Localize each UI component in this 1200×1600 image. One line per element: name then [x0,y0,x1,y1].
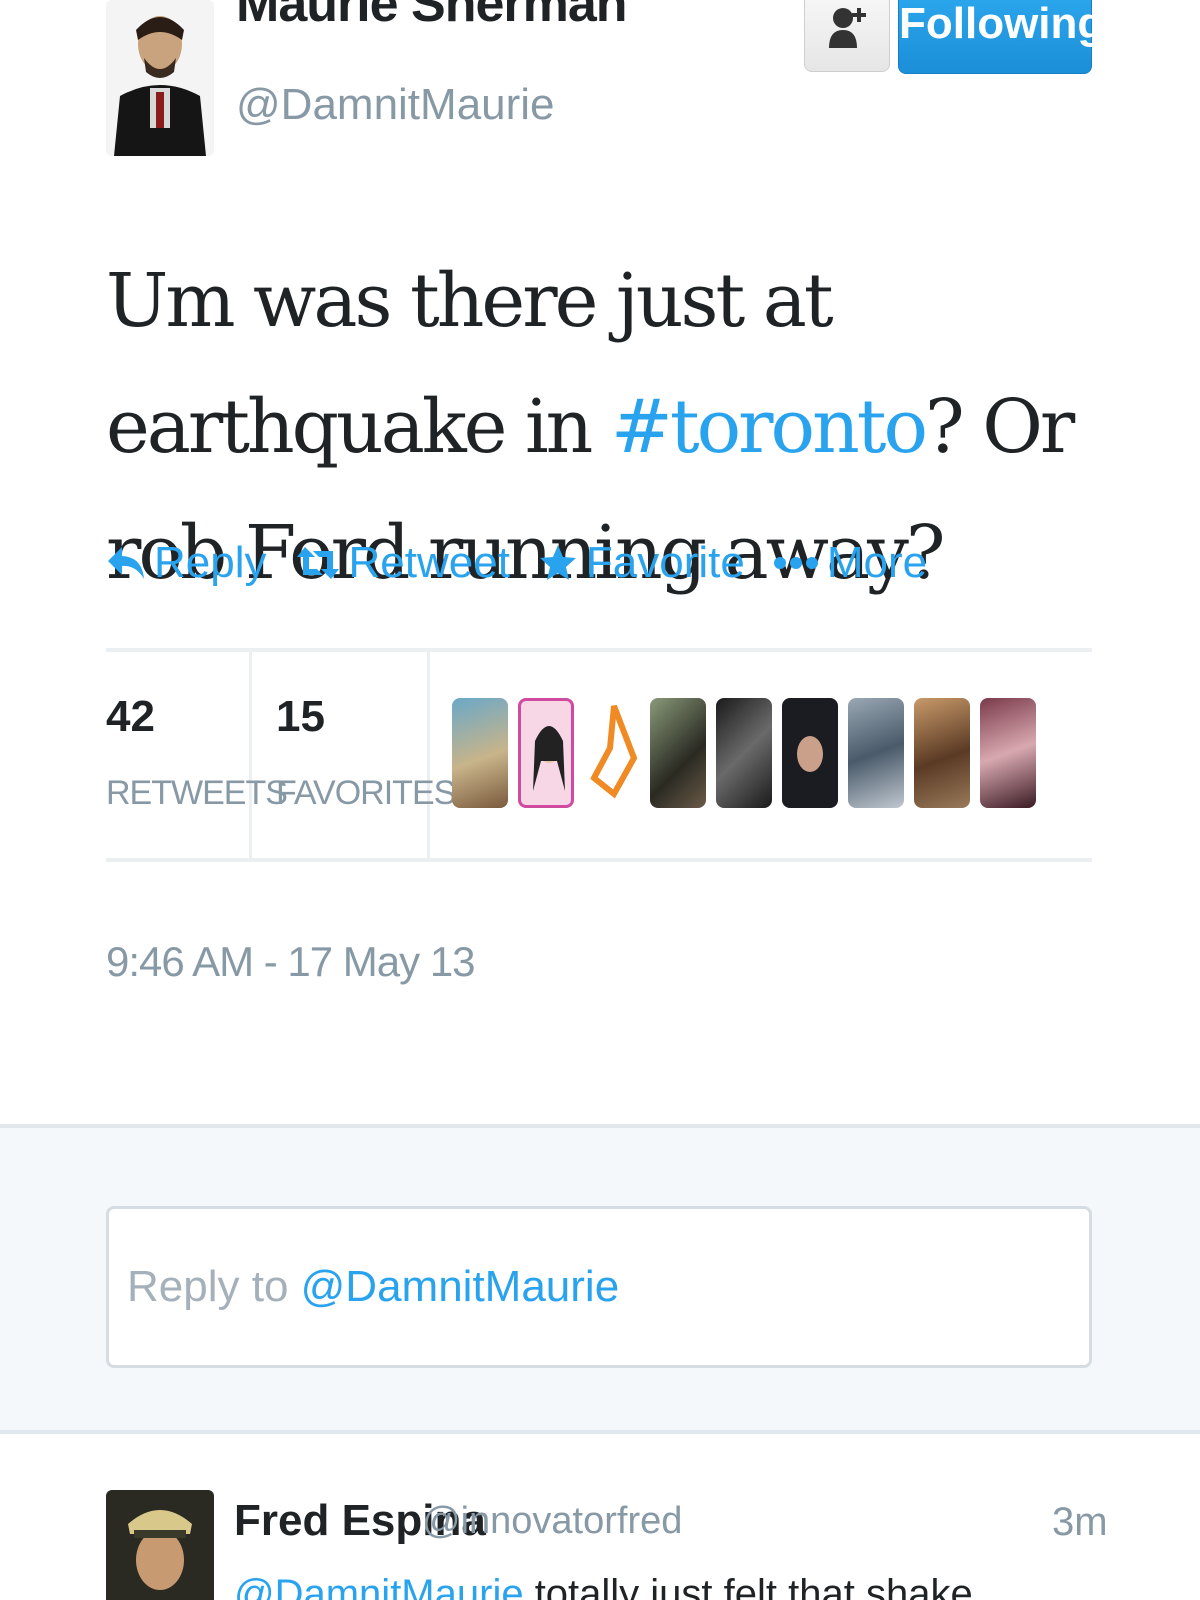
author-avatar[interactable] [106,0,214,156]
favorites-count: 15 [276,692,325,741]
author-avatar-image [106,0,214,156]
author-display-name[interactable]: Maurie Sherman [236,0,628,34]
favoriter-avatar[interactable] [584,698,640,808]
retweet-icon [296,547,339,579]
favorite-action-label: Favorite [585,538,745,587]
retweet-action[interactable]: Retweet [295,538,510,588]
user-icon [829,8,866,48]
favorite-action[interactable]: Favorite [538,538,745,588]
hashtag-link[interactable]: #toronto [611,384,928,470]
favoriter-avatar[interactable] [518,698,574,808]
favoriters-avatars [452,698,1046,808]
reply-author-avatar[interactable] [106,1490,214,1600]
favoriter-avatar[interactable] [980,698,1036,808]
reply-mention-link[interactable]: @DamnitMaurie [234,1574,524,1600]
star-icon [539,545,576,580]
retweets-count: 42 [106,692,155,741]
tweet-actions: Reply Retweet Favorite More [106,528,955,598]
reply-placeholder-prefix: Reply to [127,1262,301,1311]
tweet-timestamp[interactable]: 9:46 AM - 17 May 13 [106,938,476,986]
reply-placeholder-mention: @DamnitMaurie [300,1262,620,1311]
favorites-label: FAVORITES [276,774,456,812]
more-action[interactable]: More [773,538,927,588]
favoriter-avatar[interactable] [650,698,706,808]
reply-text-body: totally just felt that shake [523,1574,973,1600]
reply-text: @DamnitMaurie totally just felt that sha… [234,1574,973,1600]
reply-avatar-image [106,1490,214,1600]
reply-section: Reply to @DamnitMaurie [0,1124,1200,1434]
favoriter-avatar[interactable] [848,698,904,808]
reply-action-label: Reply [154,538,267,587]
author-handle[interactable]: @DamnitMaurie [236,80,555,130]
follow-user-menu-button[interactable] [804,0,890,72]
more-action-label: More [826,538,928,587]
reply-icon [108,547,144,579]
favoriter-avatar[interactable] [716,698,772,808]
reply-input[interactable]: Reply to @DamnitMaurie [106,1206,1092,1368]
following-button[interactable]: Following [898,0,1104,74]
retweet-action-label: Retweet [348,538,510,587]
favorites-stat[interactable]: 15 FAVORITES [252,652,456,858]
favoriter-avatar[interactable] [914,698,970,808]
reply-action[interactable]: Reply [106,538,267,588]
favoriter-avatar[interactable] [452,698,508,808]
tweet-stats: 42 RETWEETS 15 FAVORITES [106,648,1092,862]
more-dots-icon [773,557,818,569]
reply-time[interactable]: 3m [1052,1500,1108,1545]
favoriter-avatar[interactable] [782,698,838,808]
retweets-stat[interactable]: 42 RETWEETS [106,652,288,858]
reply-author-handle[interactable]: @innovatorfred [422,1500,682,1543]
